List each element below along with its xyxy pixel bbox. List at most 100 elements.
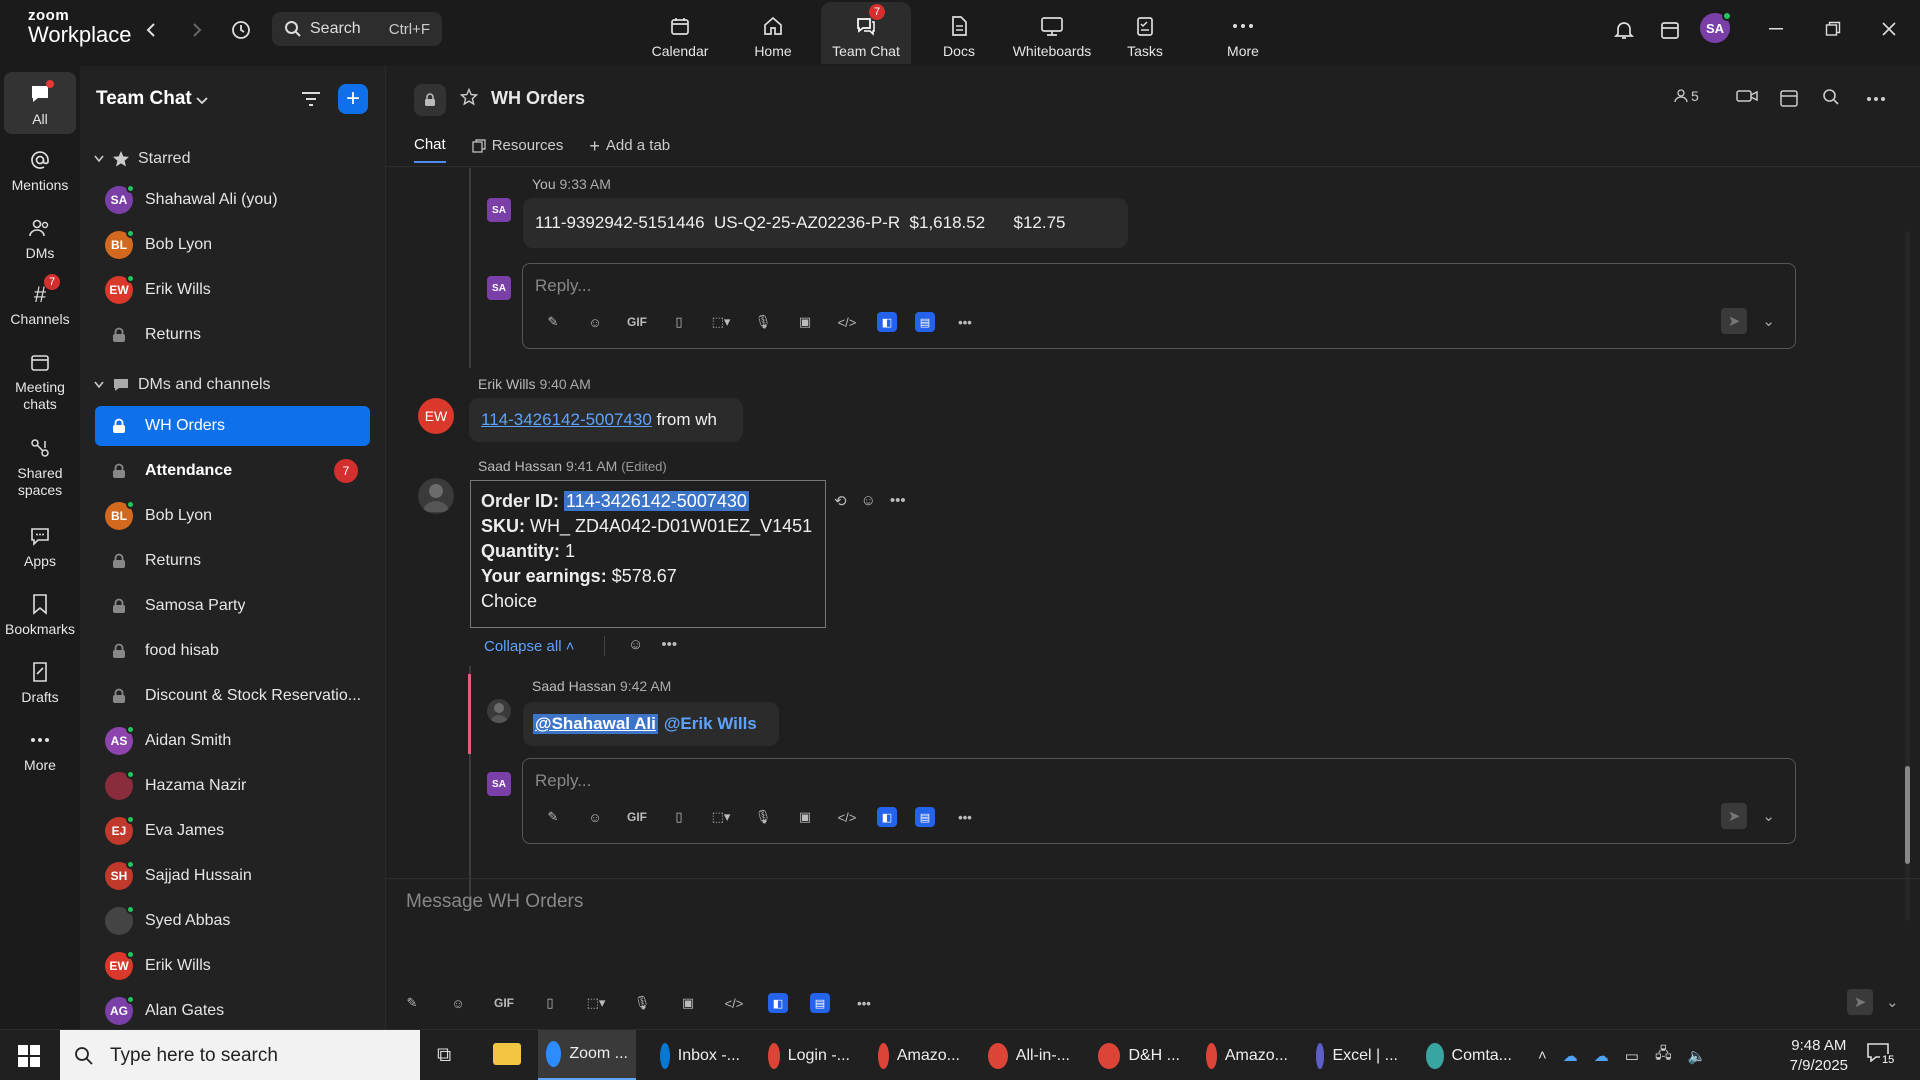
restore-icon[interactable] xyxy=(1818,14,1848,44)
collapse-all-button[interactable]: Collapse all ˄ xyxy=(484,638,574,655)
bell-icon[interactable] xyxy=(1610,16,1638,44)
gif-button[interactable]: GIF xyxy=(625,805,649,829)
reply-input[interactable]: Reply... ✎ ☺ GIF ▯ ⬚▾ 🎙 ▣ </> ◧ ▤ ••• ➤ … xyxy=(522,263,1796,349)
calendar-icon[interactable] xyxy=(1779,88,1799,108)
video-message-icon[interactable]: ▣ xyxy=(793,310,817,334)
screenshot-icon[interactable]: ⬚▾ xyxy=(709,805,733,829)
rail-more[interactable]: More xyxy=(4,726,76,774)
add-reaction-icon[interactable]: ☺ xyxy=(628,636,643,653)
mic-icon[interactable]: 🎙 xyxy=(751,310,775,334)
chevron-down-icon[interactable] xyxy=(196,92,208,109)
message-composer[interactable]: Message WH Orders ✎ ☺ GIF ▯ ⬚▾ 🎙 ▣ </> ◧… xyxy=(386,879,1920,1029)
sidebar-dm[interactable]: Hazama Nazir xyxy=(95,766,370,806)
app-icon-2[interactable]: ▤ xyxy=(915,807,935,827)
close-icon[interactable] xyxy=(1874,14,1904,44)
rail-dms[interactable]: DMs xyxy=(4,214,76,262)
scrollbar-thumb[interactable] xyxy=(1905,766,1910,864)
sidebar-dm[interactable]: EW Erik Wills xyxy=(95,270,370,310)
more-icon[interactable]: ••• xyxy=(661,636,677,653)
format-icon[interactable]: ✎ xyxy=(541,805,565,829)
video-message-icon[interactable]: ▣ xyxy=(793,805,817,829)
sidebar-dm[interactable]: AG Alan Gates xyxy=(95,991,370,1029)
file-icon[interactable]: ▯ xyxy=(538,991,562,1015)
nav-team-chat[interactable]: 7 Team Chat xyxy=(821,2,911,64)
send-icon[interactable]: ➤ xyxy=(1721,308,1747,334)
sidebar-dm[interactable]: SH Sajjad Hussain xyxy=(95,856,370,896)
rail-mentions[interactable]: Mentions xyxy=(4,146,76,194)
sidebar-channel[interactable]: food hisab xyxy=(95,631,370,671)
notifications-icon[interactable]: 15 xyxy=(1866,1042,1897,1066)
reply-thread-icon[interactable]: ⟲ xyxy=(834,492,847,510)
nav-tasks[interactable]: Tasks xyxy=(1100,2,1190,64)
gif-button[interactable]: GIF xyxy=(492,991,516,1015)
emoji-icon[interactable]: ☺ xyxy=(583,310,607,334)
forward-icon[interactable] xyxy=(182,16,210,44)
taskbar-app[interactable]: Inbox -... xyxy=(652,1030,748,1080)
tab-chat[interactable]: Chat xyxy=(414,136,446,163)
add-button[interactable]: + xyxy=(338,84,368,114)
history-icon[interactable] xyxy=(227,16,255,44)
more-icon[interactable]: ••• xyxy=(852,991,876,1015)
mic-icon[interactable]: 🎙 xyxy=(630,991,654,1015)
clock[interactable]: 9:48 AM 7/9/2025 xyxy=(1790,1036,1848,1076)
message-bubble[interactable]: 114-3426142-5007430 from wh xyxy=(469,398,743,442)
nav-more[interactable]: More xyxy=(1198,2,1288,64)
order-card[interactable]: Order ID: 114-3426142-5007430 SKU: WH_ Z… xyxy=(470,480,826,628)
nav-home[interactable]: Home xyxy=(728,2,818,64)
code-icon[interactable]: </> xyxy=(722,991,746,1015)
video-icon[interactable] xyxy=(1736,88,1758,104)
sidebar-dm[interactable]: EJ Eva James xyxy=(95,811,370,851)
video-message-icon[interactable]: ▣ xyxy=(676,991,700,1015)
taskbar-app[interactable]: D&H ... xyxy=(1090,1030,1188,1080)
task-view-icon[interactable]: ⧉ xyxy=(437,1044,451,1067)
taskbar-app[interactable]: Zoom ... xyxy=(538,1030,636,1080)
back-icon[interactable] xyxy=(138,16,166,44)
sidebar-dm[interactable]: BL Bob Lyon xyxy=(95,225,370,265)
filter-icon[interactable] xyxy=(300,90,322,112)
screenshot-icon[interactable]: ⬚▾ xyxy=(584,991,608,1015)
app-icon-2[interactable]: ▤ xyxy=(915,312,935,332)
send-icon[interactable]: ➤ xyxy=(1847,989,1873,1015)
onedrive-icon-2[interactable]: ☁ xyxy=(1594,1047,1609,1065)
message-bubble[interactable]: 111-9392942-5151446 US-Q2-25-AZ02236-P-R… xyxy=(523,198,1128,248)
battery-icon[interactable]: ▭ xyxy=(1625,1047,1639,1065)
tab-add[interactable]: + Add a tab xyxy=(589,136,670,163)
sidebar-dm[interactable]: SA Shahawal Ali (you) xyxy=(95,180,370,220)
app-icon-1[interactable]: ◧ xyxy=(877,312,897,332)
taskbar-app[interactable]: Comta... xyxy=(1418,1030,1520,1080)
minimize-icon[interactable] xyxy=(1761,14,1791,44)
rail-shared-spaces[interactable]: Shared spaces xyxy=(4,434,76,499)
sidebar-channel[interactable]: Attendance 7 xyxy=(95,451,370,491)
send-icon[interactable]: ➤ xyxy=(1721,803,1747,829)
taskbar-app[interactable]: Amazo... xyxy=(870,1030,968,1080)
chevron-down-icon[interactable]: ⌄ xyxy=(1886,993,1899,1011)
sidebar-dm[interactable]: EW Erik Wills xyxy=(95,946,370,986)
rail-meeting-chats[interactable]: Meeting chats xyxy=(4,348,76,413)
emoji-icon[interactable]: ☺ xyxy=(446,991,470,1015)
code-icon[interactable]: </> xyxy=(835,805,859,829)
taskbar-app[interactable]: Excel | ... xyxy=(1308,1030,1406,1080)
rail-all[interactable]: All xyxy=(4,72,76,134)
more-icon[interactable]: ••• xyxy=(890,492,906,510)
tab-resources[interactable]: Resources xyxy=(472,136,563,163)
sidebar-dm[interactable]: BL Bob Lyon xyxy=(95,496,370,536)
file-icon[interactable]: ▯ xyxy=(667,310,691,334)
mention-shahawal[interactable]: @Shahawal Ali xyxy=(533,714,658,734)
chevron-up-icon[interactable]: ˄ xyxy=(1538,1047,1547,1064)
more-icon[interactable] xyxy=(1866,96,1886,102)
rail-drafts[interactable]: Drafts xyxy=(4,658,76,706)
calendar-app-icon[interactable] xyxy=(1656,16,1684,44)
search-icon[interactable] xyxy=(1822,88,1840,106)
volume-icon[interactable]: 🔈 xyxy=(1688,1047,1707,1065)
taskbar-search[interactable]: Type here to search xyxy=(60,1030,420,1080)
rail-apps[interactable]: Apps xyxy=(4,522,76,570)
sidebar-dm[interactable]: AS Aidan Smith xyxy=(95,721,370,761)
windows-start-icon[interactable] xyxy=(18,1045,40,1067)
more-icon[interactable]: ••• xyxy=(953,805,977,829)
file-explorer-icon[interactable] xyxy=(493,1043,521,1065)
sidebar-channel[interactable]: WH Orders xyxy=(95,406,370,446)
reply-input[interactable]: Reply... ✎ ☺ GIF ▯ ⬚▾ 🎙 ▣ </> ◧ ▤ ••• ➤ … xyxy=(522,758,1796,844)
app-icon-1[interactable]: ◧ xyxy=(877,807,897,827)
mic-icon[interactable]: 🎙 xyxy=(751,805,775,829)
taskbar-app[interactable]: All-in-... xyxy=(980,1030,1078,1080)
